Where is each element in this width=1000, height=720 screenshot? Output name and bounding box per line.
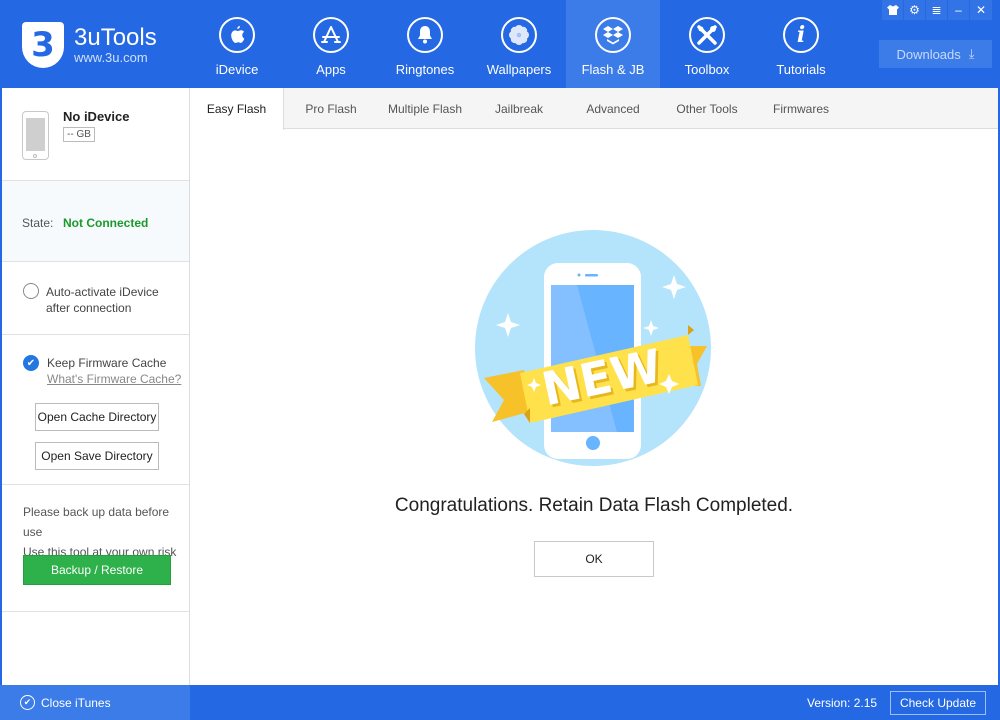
info-icon: i — [783, 17, 819, 53]
logo: 3 3uTools www.3u.com — [22, 22, 157, 68]
downloads-button[interactable]: Downloads ⤓ — [879, 40, 992, 68]
nav-flash-jb[interactable]: Flash & JB — [566, 0, 660, 88]
warning-text: Please back up data before use Use this … — [23, 505, 177, 559]
footer: ✔ Close iTunes Version: 2.15 Check Updat… — [0, 685, 1000, 720]
completion-message: Congratulations. Retain Data Flash Compl… — [394, 495, 794, 516]
app-title: 3uTools — [74, 24, 157, 51]
logo-icon: 3 — [22, 22, 64, 68]
tools-icon — [689, 17, 725, 53]
window-controls: ⚙ ≣ – ✕ — [881, 0, 992, 20]
main-content: Easy Flash Pro Flash Multiple Flash Jail… — [190, 88, 1000, 685]
tab-multiple-flash[interactable]: Multiple Flash — [378, 88, 472, 129]
flower-icon — [501, 17, 537, 53]
open-save-directory-button[interactable]: Open Save Directory — [35, 442, 159, 470]
device-info: No iDevice -- GB — [2, 88, 189, 181]
tab-pro-flash[interactable]: Pro Flash — [284, 88, 378, 129]
keep-cache-checkbox[interactable]: ✔ — [23, 355, 39, 371]
device-state: State: Not Connected — [2, 181, 189, 262]
check-update-button[interactable]: Check Update — [890, 691, 986, 715]
app-url: www.3u.com — [74, 50, 148, 65]
nav-wallpapers[interactable]: Wallpapers — [472, 0, 566, 88]
bell-icon — [407, 17, 443, 53]
tab-firmwares[interactable]: Firmwares — [754, 88, 848, 129]
ok-button[interactable]: OK — [534, 541, 654, 577]
auto-activate-label[interactable]: Auto-activate iDevice after connection — [46, 284, 159, 316]
tab-advanced[interactable]: Advanced — [566, 88, 660, 129]
download-icon: ⤓ — [968, 46, 975, 61]
nav-apps[interactable]: Apps — [284, 0, 378, 88]
tab-bar: Easy Flash Pro Flash Multiple Flash Jail… — [190, 88, 998, 130]
firmware-cache-section: ✔ Keep Firmware Cache What's Firmware Ca… — [2, 335, 189, 485]
minimize-icon[interactable]: – — [948, 0, 969, 20]
open-cache-directory-button[interactable]: Open Cache Directory — [35, 403, 159, 431]
warning-section: Please back up data before use Use this … — [2, 485, 189, 612]
keep-cache-label[interactable]: Keep Firmware Cache — [47, 356, 166, 370]
sidebar: No iDevice -- GB State: Not Connected Au… — [0, 88, 190, 685]
tab-jailbreak[interactable]: Jailbreak — [472, 88, 566, 129]
check-circle-icon: ✔ — [20, 695, 35, 710]
apple-icon — [219, 17, 255, 53]
state-label: State: — [22, 216, 54, 230]
close-icon[interactable]: ✕ — [970, 0, 992, 20]
auto-activate-radio[interactable] — [23, 283, 39, 299]
tab-other-tools[interactable]: Other Tools — [660, 88, 754, 129]
device-capacity: -- GB — [63, 127, 95, 142]
device-name: No iDevice — [63, 109, 130, 124]
main-nav: iDevice Apps Ringtones Wallpapers Flash … — [190, 0, 848, 88]
settings-icon[interactable]: ⚙ — [904, 0, 925, 20]
state-value: Not Connected — [63, 216, 149, 230]
close-itunes-toggle[interactable]: ✔ Close iTunes — [0, 685, 190, 720]
skin-icon[interactable] — [882, 0, 903, 20]
phone-icon — [22, 111, 49, 160]
nav-idevice[interactable]: iDevice — [190, 0, 284, 88]
nav-tutorials[interactable]: i Tutorials — [754, 0, 848, 88]
nav-ringtones[interactable]: Ringtones — [378, 0, 472, 88]
firmware-cache-link[interactable]: What's Firmware Cache? — [47, 372, 181, 386]
version-label: Version: 2.15 — [807, 696, 878, 710]
nav-toolbox[interactable]: Toolbox — [660, 0, 754, 88]
app-store-icon — [313, 17, 349, 53]
menu-icon[interactable]: ≣ — [926, 0, 947, 20]
backup-restore-button[interactable]: Backup / Restore — [23, 555, 171, 585]
new-phone-illustration: NEW NEW — [474, 228, 714, 473]
box-icon — [595, 17, 631, 53]
tab-easy-flash[interactable]: Easy Flash — [190, 88, 284, 130]
auto-activate-option: Auto-activate iDevice after connection — [2, 262, 189, 335]
header: 3 3uTools www.3u.com iDevice Apps Ringto… — [0, 0, 1000, 88]
